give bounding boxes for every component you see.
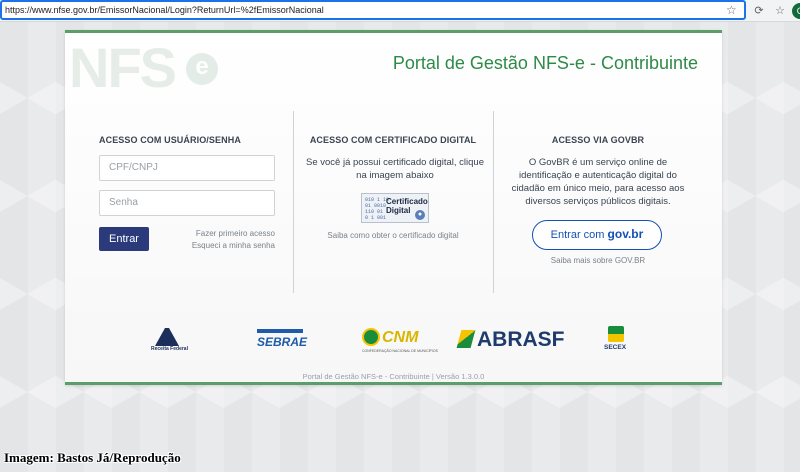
profile-avatar[interactable]: C <box>792 3 800 19</box>
cnm-globe-icon <box>362 328 380 346</box>
secex-flag-icon <box>608 326 624 342</box>
footer-version: Portal de Gestão NFS-e - Contribuinte | … <box>302 372 485 381</box>
password-input[interactable]: Senha <box>99 190 275 216</box>
govbr-learn-more-link[interactable]: Saiba mais sobre GOV.BR <box>493 256 703 265</box>
govbr-description: O GovBR é um serviço online de identific… <box>511 157 685 207</box>
nfse-logo-e: e <box>186 53 218 85</box>
abrasf-label: ABRASF <box>477 328 565 351</box>
cnm-logo: CNM CONFEDERAÇÃO NACIONAL DE MUNICÍPIOS <box>360 326 438 358</box>
cpf-cnpj-input[interactable]: CPF/CNPJ <box>99 155 275 181</box>
receita-federal-icon <box>155 326 179 346</box>
certificate-section-title: ACESSO COM CERTIFICADO DIGITAL <box>309 135 477 145</box>
sebrae-stripe <box>257 329 303 333</box>
receita-federal-label: Receita Federal <box>151 346 188 352</box>
first-access-link[interactable]: Fazer primeiro acesso <box>196 229 275 238</box>
certificate-description: Se você já possui certificado digital, c… <box>306 157 484 181</box>
bookmark-star-icon[interactable]: ☆ <box>726 4 738 16</box>
bookmarks-icon[interactable]: ☆ <box>773 4 787 18</box>
login-button[interactable]: Entrar <box>99 227 149 251</box>
extensions-icon[interactable]: ⟳ <box>752 4 766 18</box>
secex-label: SECEX <box>604 344 627 351</box>
page-title: Portal de Gestão NFS-e - Contribuinte <box>392 53 698 73</box>
login-card: NFS e Portal de Gestão NFS-e - Contribui… <box>65 30 722 385</box>
sebrae-label: SEBRAE <box>257 335 308 349</box>
forgot-password-link[interactable]: Esqueci a minha senha <box>192 241 275 250</box>
certificate-seal-icon: ● <box>415 210 425 220</box>
address-bar[interactable]: https://www.nfse.gov.br/EmissorNacional/… <box>0 0 746 20</box>
nfse-logo: NFS <box>69 36 177 99</box>
browser-toolbar: https://www.nfse.gov.br/EmissorNacional/… <box>0 0 800 22</box>
address-bar-url: https://www.nfse.gov.br/EmissorNacional/… <box>5 5 324 15</box>
cnm-label: CNM <box>382 329 419 346</box>
govbr-button-label: Entrar com <box>550 229 605 241</box>
certificate-image-button[interactable]: 010 1 10 01 0010 110 01 0 1 001 Certific… <box>361 193 429 223</box>
govbr-section-title: ACESSO VIA GOVBR <box>551 135 645 145</box>
govbr-login-button[interactable]: Entrar com gov.br <box>532 220 662 250</box>
sebrae-logo: SEBRAE <box>255 326 307 358</box>
secex-logo: SECEX <box>600 326 634 358</box>
abrasf-logo: ABRASF <box>456 326 567 358</box>
cnm-subtitle: CONFEDERAÇÃO NACIONAL DE MUNICÍPIOS <box>362 349 438 353</box>
login-section-title: ACESSO COM USUÁRIO/SENHA <box>99 135 241 145</box>
certificate-help-link[interactable]: Saiba como obter o certificado digital <box>293 231 493 240</box>
receita-federal-logo: Receita Federal <box>145 326 195 358</box>
govbr-brand-label: gov.br <box>607 227 644 241</box>
abrasf-icon <box>456 330 476 348</box>
image-credit: Imagem: Bastos Já/Reprodução <box>4 450 181 465</box>
